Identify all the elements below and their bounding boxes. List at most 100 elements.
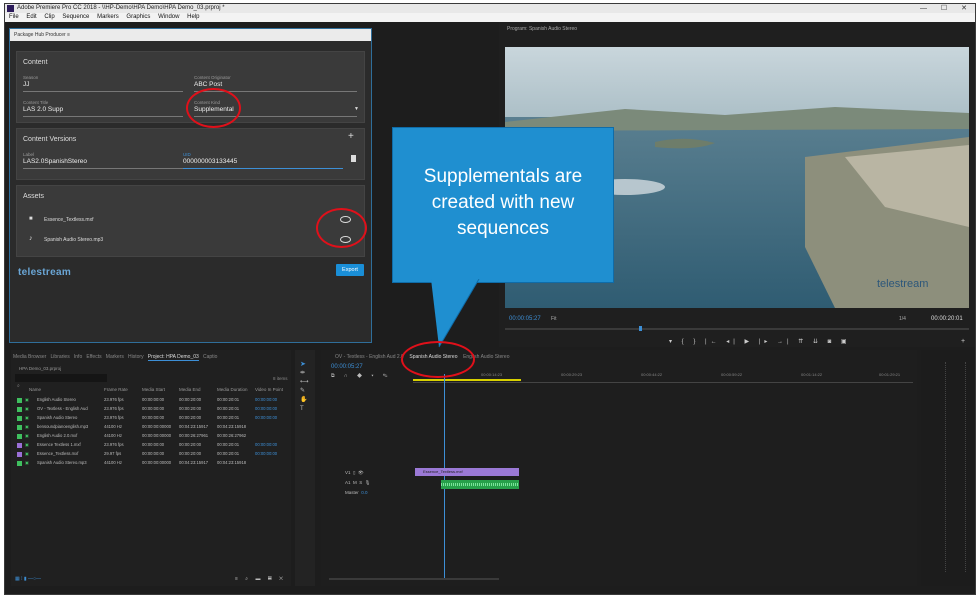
content-title-value[interactable]: LAS 2.0 Supp [23,106,63,113]
col-media-start[interactable]: Media Start [142,387,165,392]
timeline-tool-icons[interactable]: ⧉ ∩ ◆ ▾ ✎ [331,373,391,379]
tab-effects[interactable]: Effects [86,354,101,360]
list-view-icon[interactable]: ▦ ⁞ ▮ —○— [15,576,41,582]
row-media-duration: 00:00:20:01 [217,397,240,402]
tab-history[interactable]: History [128,354,144,360]
table-row[interactable]: ▣ Essence Textless 1.mxf 23.976 fps 00:00:0… [11,441,291,449]
search-icon: ⌕ [17,383,20,389]
row-name: English Audio 2.0.mxf [37,433,78,438]
row-media-end: 00:00:20:00 [179,406,202,411]
table-row[interactable]: ▣ bensoundpianoenglish.mp3 44100 Hz 00:00:0… [11,423,291,431]
col-media-duration[interactable]: Media Duration [217,387,248,392]
content-versions-card: Content Versions + Label LAS2.0SpanishSt… [16,128,365,180]
search-input[interactable]: ⌕ [15,374,107,389]
row-media-duration: 00:00:20:01 [217,415,240,420]
col-video-in[interactable]: Video In Point [255,387,283,392]
video-clip[interactable]: Essence_Textless.mxf [415,468,519,476]
row-frame-rate: 44100 Hz [104,424,122,429]
col-name[interactable]: Name [29,387,41,392]
row-media-start: 00:00:00:00 [142,442,165,447]
color-swatch [17,415,22,421]
transport-controls[interactable]: ▾ { } |← ◂| ▶ |▸ →| ⇈ ⇊ ◙ ▣ [669,338,851,345]
playhead-line[interactable] [444,374,445,580]
sequence-icon: ▣ [25,415,29,420]
audio-clip[interactable] [441,480,519,489]
table-row[interactable]: ▣ Essence_Textless.mxf 29.97 fps 00:00:00:0… [11,450,291,458]
season-value[interactable]: JJ [23,81,30,88]
program-scrubber[interactable] [505,328,969,330]
plugin-header-label: Package Hub Producer [14,32,66,38]
panel-footer-icons[interactable]: ≡ ⌕ ▬ ▤ ✕ [235,576,286,582]
trash-icon[interactable] [351,155,356,162]
callout-pointer [431,279,480,348]
telestream-logo: telestream [18,267,72,278]
menu-sequence[interactable]: Sequence [62,14,89,20]
add-button-icon[interactable]: + [961,338,965,345]
fit-select[interactable]: Fit [551,316,557,322]
ruler-tick-4: 00:00:59:22 [721,372,743,377]
selection-tool-icon[interactable]: ➤ [300,360,315,369]
uid-caption: UID [183,152,191,157]
menu-edit[interactable]: Edit [26,14,36,20]
content-title-label: Content Title [23,100,49,105]
color-swatch [17,442,22,448]
row-frame-rate: 44100 Hz [104,433,122,438]
tool-icons[interactable]: ⇹ ⟷ ✎ ✋ T [300,369,315,414]
tab-info[interactable]: Info [74,354,82,360]
table-row[interactable]: ▣ OV - Textless - English Aud 23.976 fps 00… [11,405,291,413]
tab-libraries[interactable]: Libraries [51,354,70,360]
asset-video-name: Essence_Textless.mxf [44,217,94,223]
premiere-window: Adobe Premiere Pro CC 2018 - \\HP-Demo\H… [4,3,976,595]
menu-markers[interactable]: Markers [97,14,119,20]
menu-clip[interactable]: Clip [44,14,54,20]
tab-markers[interactable]: Markers [106,354,124,360]
table-row[interactable]: ▣ Spanish Audio Stereo 23.976 fps 00:00:00:… [11,414,291,422]
row-frame-rate: 44100 Hz [104,460,122,465]
menu-file[interactable]: File [9,14,19,20]
timeline-timecode[interactable]: 00:00:05:27 [331,364,363,370]
originator-value[interactable]: ABC Post [194,81,222,88]
row-name: Spanish Audio Stereo [37,415,78,420]
package-hub-panel: Package Hub Producer ≡ Content Season JJ… [9,28,372,343]
table-row[interactable]: ▣ English Audio Stereo 23.976 fps 00:00:00:… [11,396,291,404]
callout-line-3: sequences [457,218,549,239]
program-duration: 00:00:20:01 [931,316,963,322]
col-media-end[interactable]: Media End [179,387,201,392]
work-area-bar[interactable] [413,379,521,381]
tab-ov-textless[interactable]: OV - Textless - English Aud 2.0 [335,354,404,360]
row-media-duration: 00:04:23:15918 [217,424,247,429]
timeline-zoom-scroll[interactable] [329,578,499,580]
table-row[interactable]: ▣ English Audio 2.0.mxf 44100 Hz 00:00:00:0… [11,432,291,440]
color-swatch [17,451,22,457]
ruler-tick-6: 00:01:29:21 [879,372,901,377]
program-timecode[interactable]: 00:00:05:27 [509,316,541,322]
tab-project[interactable]: Project: HPA Demo_03 [147,354,199,361]
col-frame-rate[interactable]: Frame Rate [104,387,128,392]
program-playhead[interactable] [639,326,642,331]
row-name: bensoundpianoenglish.mp3 [37,424,89,429]
ruler-tick-1: 00:00:14:23 [481,372,503,377]
row-media-end: 00:04:23:15917 [179,424,209,429]
export-button[interactable]: Export [336,264,364,276]
highlight-ring-kind [186,88,241,128]
add-version-icon[interactable]: + [348,131,354,142]
assets-title: Assets [23,193,45,200]
chevron-down-icon[interactable]: ▼ [354,106,359,112]
tab-captions[interactable]: Captio [203,354,217,360]
row-name: English Audio Stereo [37,397,76,402]
uid-value[interactable]: 000000003133445 [183,158,237,165]
resolution-select[interactable]: 1/4 [899,316,906,322]
menu-graphics[interactable]: Graphics [126,14,150,20]
menu-help[interactable]: Help [187,14,199,20]
label-value[interactable]: LAS2.0SpanishStereo [23,158,87,165]
content-title: Content [23,59,48,66]
row-frame-rate: 23.976 fps [104,415,124,420]
plugin-header: Package Hub Producer ≡ [10,29,371,41]
audio-waveform [441,483,519,486]
tab-media-browser[interactable]: Media Browser [13,354,46,360]
sequence-icon: ▣ [25,406,29,411]
table-row[interactable]: ▣ Spanish Audio Stereo.mp3 44100 Hz 00:00:0… [11,459,291,467]
window-controls[interactable]: — ☐ ✕ [920,4,973,13]
menu-window[interactable]: Window [158,14,179,20]
project-tabs: Media Browser Libraries Info Effects Mar… [13,354,217,361]
